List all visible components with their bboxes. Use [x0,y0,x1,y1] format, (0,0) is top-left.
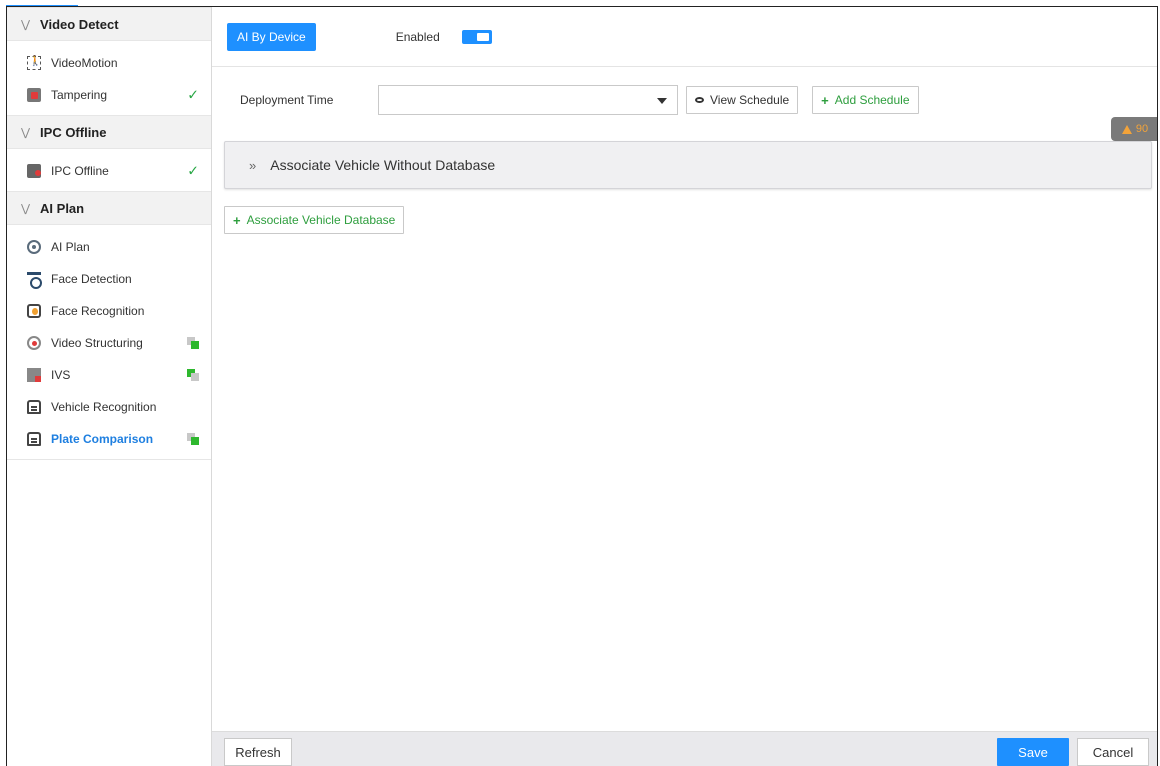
ivs-icon [27,368,41,382]
check-icon: ✓ [187,86,199,103]
sidebar-item-label: Face Recognition [51,304,145,318]
add-database-label: Associate Vehicle Database [246,213,396,227]
ai-plan-icon [27,240,41,254]
vehicle-icon [27,400,41,414]
plus-icon: + [821,92,829,108]
toggle-knob [476,32,489,41]
sidebar-item-ipc-offline[interactable]: IPC Offline ✓ [7,155,211,187]
sidebar-item-label: Face Detection [51,272,132,286]
sidebar-item-plate-comparison[interactable]: Plate Comparison [7,423,211,455]
caret-down-icon [657,98,667,104]
warning-icon [1121,124,1132,134]
eye-icon [695,97,704,103]
enabled-toggle[interactable] [461,29,492,44]
sidebar-item-label: AI Plan [51,240,90,254]
section-header-ipc-offline[interactable]: ⋁ IPC Offline [7,115,211,149]
sidebar-item-video-structuring[interactable]: Video Structuring [7,327,211,359]
chevron-down-icon: ⋁ [21,202,31,215]
sidebar-item-tampering[interactable]: Tampering ✓ [7,79,211,111]
deployment-row: Deployment Time View Schedule + Add Sche… [212,85,1157,115]
sidebar-item-label: Video Structuring [51,336,143,350]
section-header-video-detect[interactable]: ⋁ Video Detect [7,7,211,41]
section-header-ai-plan[interactable]: ⋁ AI Plan [7,191,211,225]
refresh-button[interactable]: Refresh [224,738,292,766]
device-status-icon [187,337,199,349]
face-detection-icon [27,272,42,289]
warning-badge[interactable]: 90 [1111,117,1157,141]
add-schedule-button[interactable]: + Add Schedule [812,86,919,114]
section-ipc-offline: IPC Offline ✓ [7,149,211,191]
save-button[interactable]: Save [997,738,1069,766]
sidebar-item-vehicle-recognition[interactable]: Vehicle Recognition [7,391,211,423]
sidebar-item-label: Plate Comparison [51,432,154,446]
sidebar-item-ai-plan[interactable]: AI Plan [7,231,211,263]
section-title: IPC Offline [40,124,107,140]
section-title: Video Detect [40,16,119,32]
associate-panel-label: Associate Vehicle Without Database [270,157,496,173]
sidebar-item-label: Tampering [51,88,108,102]
sidebar-item-label: VideoMotion [51,56,118,70]
enabled-label: Enabled [395,29,440,44]
motion-icon [27,56,41,70]
sidebar: ⋁ Video Detect VideoMotion Tampering ✓ ⋁… [7,7,212,766]
footer-bar: Refresh Save Cancel [212,731,1157,766]
view-schedule-label: View Schedule [710,93,790,107]
sidebar-divider [7,459,211,460]
section-title: AI Plan [40,200,85,216]
device-status-icon [187,369,199,381]
chevron-down-icon: ⋁ [21,126,31,139]
device-status-icon [187,433,199,445]
deployment-time-label: Deployment Time [240,93,334,107]
sidebar-item-label: IPC Offline [51,164,109,178]
section-ai-plan: AI Plan Face Detection Face Recognition … [7,225,211,459]
deployment-time-select[interactable] [378,85,678,115]
sidebar-item-videomotion[interactable]: VideoMotion [7,47,211,79]
sidebar-item-face-detection[interactable]: Face Detection [7,263,211,295]
main-panel: AI By Device Enabled Deployment Time Vie… [212,7,1157,766]
cancel-button[interactable]: Cancel [1077,738,1149,766]
tampering-icon [27,88,41,102]
section-video-detect: VideoMotion Tampering ✓ [7,41,211,115]
face-recognition-icon [27,304,41,318]
video-structuring-icon [27,336,41,350]
ipc-offline-icon [27,164,41,178]
sidebar-item-face-recognition[interactable]: Face Recognition [7,295,211,327]
vehicle-icon [27,432,41,446]
app-window: ⋁ Video Detect VideoMotion Tampering ✓ ⋁… [6,6,1158,766]
tab-ai-by-device[interactable]: AI By Device [227,22,316,51]
sidebar-item-ivs[interactable]: IVS [7,359,211,391]
warning-count: 90 [1135,123,1149,135]
chevron-down-icon: ⋁ [21,18,31,31]
add-schedule-label: Add Schedule [834,93,910,107]
sidebar-item-label: IVS [51,368,71,382]
mode-row: AI By Device Enabled [212,7,1157,67]
check-icon: ✓ [187,162,199,179]
associate-without-database-panel[interactable]: » Associate Vehicle Without Database [224,141,1152,189]
associate-vehicle-database-button[interactable]: + Associate Vehicle Database [224,206,405,234]
sidebar-item-label: Vehicle Recognition [51,400,157,414]
view-schedule-button[interactable]: View Schedule [686,86,799,114]
double-chevron-right-icon: » [249,157,257,173]
plus-icon: + [233,212,241,228]
